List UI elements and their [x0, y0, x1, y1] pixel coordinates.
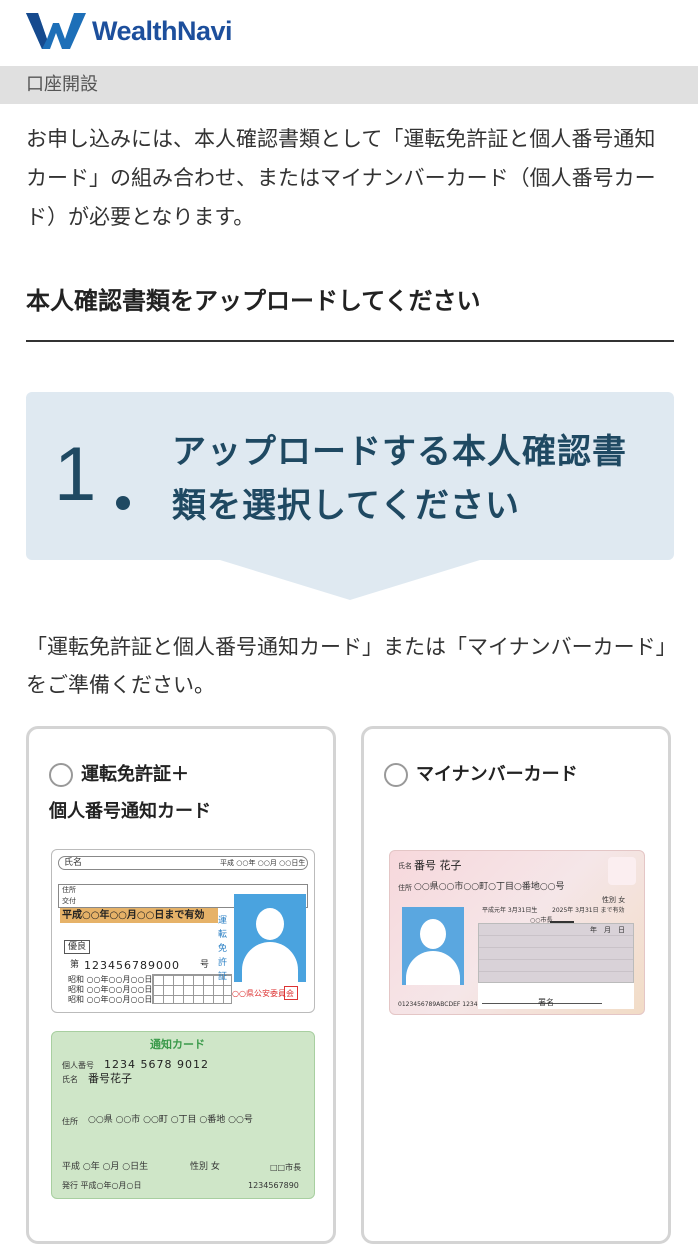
mynumber-name: 番号 花子	[414, 859, 462, 872]
mynumber-name-label: 氏名	[398, 862, 412, 870]
notify-gender: 性別 女	[190, 1162, 220, 1172]
notify-name-label: 氏名	[62, 1075, 78, 1084]
mynumber-date-cols: 年 月 日	[590, 926, 625, 934]
option-label-line1: 運転免許証＋	[81, 764, 189, 785]
license-name-label: 氏名	[64, 858, 83, 868]
notify-city: □□市長	[270, 1163, 302, 1172]
option-label-mynumber: マイナンバーカード	[416, 764, 578, 785]
license-birth-header: 平成 ○○年 ○○月 ○○日生	[220, 859, 306, 867]
license-number: 123456789000	[84, 959, 180, 972]
radio-license-notification[interactable]	[49, 763, 73, 787]
license-side-text: 運転免許証	[218, 916, 228, 982]
heading-divider	[26, 340, 674, 342]
notify-address: ○○県 ○○市 ○○町 ○丁目 ○番地 ○○号	[88, 1115, 253, 1125]
step-instruction: アップロードする本人確認書類を選択してください	[172, 432, 627, 526]
mynumber-signature: 署名	[538, 998, 554, 1007]
notify-serial: 1234567890	[248, 1181, 299, 1190]
intro-text: お申し込みには、本人確認書類として「運転免許証と個人番号通知カード」の組み合わせ…	[26, 127, 656, 229]
notify-number: 1234 5678 9012	[104, 1058, 209, 1071]
mynumber-expiry: 2025年 3月31日 まで有効	[552, 907, 625, 914]
notify-number-label: 個人番号	[62, 1061, 94, 1070]
license-number-label: 第	[70, 960, 80, 970]
license-address-label: 住所	[62, 886, 76, 894]
license-expiry: 平成○○年○○月○○日まで有効	[62, 910, 205, 921]
notify-title: 通知カード	[150, 1038, 205, 1051]
notify-address-label: 住所	[62, 1117, 78, 1126]
drivers-license-image: 氏名 平成 ○○年 ○○月 ○○日生 住所 交付 平成○○年○○月○○日まで有効…	[51, 849, 315, 1013]
notification-card-image: 通知カード 個人番号 1234 5678 9012 氏名 番号花子 住所 ○○県…	[51, 1031, 315, 1199]
notify-issued: 発行 平成○年○月○日	[62, 1181, 142, 1190]
preparation-text: 「運転免許証と個人番号通知カード」または「マイナンバーカード」をご準備ください。	[26, 635, 667, 697]
license-history-3: 昭和 ○○年○○月○○日	[68, 995, 153, 1004]
mynumber-card-image: 氏名 番号 花子 住所 ○○県○○市○○町○丁目○番地○○号 性別 女 平成元年…	[389, 850, 645, 1015]
mynumber-photo	[402, 907, 464, 985]
step-number: 1	[54, 432, 97, 517]
upload-heading: 本人確認書類をアップロードしてください	[26, 287, 481, 315]
mynumber-serial: 0123456789ABCDEF 1234	[398, 1001, 478, 1008]
brand-name: WealthNavi	[92, 15, 233, 46]
step-number-dot	[116, 496, 130, 510]
option-license-notification[interactable]: 運転免許証＋ 個人番号通知カード 氏名 平成 ○○年 ○○月 ○○日生 住所 交…	[26, 726, 336, 1244]
radio-mynumber-card[interactable]	[384, 763, 408, 787]
option-label-line2: 個人番号通知カード	[49, 801, 211, 822]
notify-name: 番号花子	[88, 1072, 132, 1085]
license-number-suffix: 号	[200, 960, 210, 970]
license-issue-label: 交付	[62, 897, 76, 905]
notify-birth: 平成 ○年 ○月 ○日生	[62, 1162, 149, 1172]
license-condition: 優良	[68, 942, 87, 952]
app-header: WealthNavi	[0, 0, 698, 62]
wealthnavi-logo-icon	[26, 13, 86, 49]
step-banner-arrow	[220, 560, 480, 600]
section-title: 口座開設	[0, 66, 698, 104]
option-mynumber-card[interactable]: マイナンバーカード 氏名 番号 花子 住所 ○○県○○市○○町○丁目○番地○○号…	[361, 726, 671, 1244]
license-photo	[234, 894, 306, 982]
mynumber-address: ○○県○○市○○町○丁目○番地○○号	[414, 882, 565, 892]
mynumber-address-label: 住所	[398, 884, 412, 892]
